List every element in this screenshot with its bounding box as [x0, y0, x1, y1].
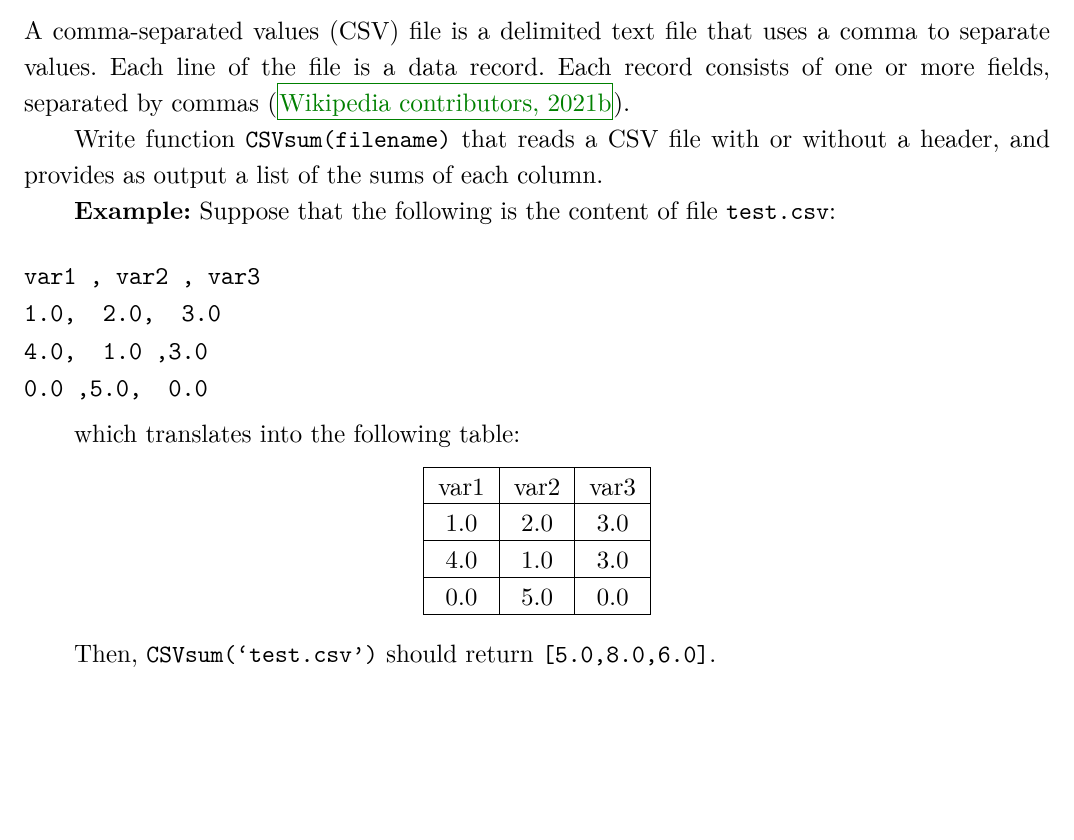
table-cell: 3.0 — [575, 504, 651, 541]
table-header-row: var1 var2 var3 — [424, 467, 651, 504]
example-paragraph: Example: Suppose that the following is t… — [24, 192, 1050, 228]
result-text-1: Then, — [74, 635, 146, 670]
csv-content-block: var1 , var2 , var3 1.0, 2.0, 3.0 4.0, 1.… — [24, 257, 1050, 407]
csv-table: var1 var2 var3 1.0 2.0 3.0 4.0 1.0 3.0 0… — [423, 467, 651, 615]
table-header-cell: var3 — [575, 467, 651, 504]
table-cell: 4.0 — [424, 541, 500, 578]
table-cell: 2.0 — [499, 504, 575, 541]
example-text-1: Suppose that the following is the conten… — [191, 192, 726, 227]
call-code: CSVsum(‘test.csv’) — [146, 637, 378, 670]
table-row: 1.0 2.0 3.0 — [424, 504, 651, 541]
table-cell: 0.0 — [575, 577, 651, 614]
citation-link[interactable]: Wikipedia contributors, 2021b — [277, 83, 613, 120]
example-text-2: : — [829, 192, 836, 227]
table-cell: 0.0 — [424, 577, 500, 614]
result-text-3: . — [709, 635, 716, 670]
function-signature-code: CSVsum(filename) — [245, 122, 451, 155]
table-caption: which translates into the following tabl… — [24, 415, 1050, 451]
table-header-cell: var2 — [499, 467, 575, 504]
task-paragraph: Write function CSVsum(filename) that rea… — [24, 120, 1050, 192]
task-text-1: Write function — [74, 120, 245, 155]
table-cell: 5.0 — [499, 577, 575, 614]
table-row: 4.0 1.0 3.0 — [424, 541, 651, 578]
filename-code: test.csv — [726, 194, 829, 227]
example-label: Example: — [74, 192, 191, 227]
table-cell: 1.0 — [499, 541, 575, 578]
result-paragraph: Then, CSVsum(‘test.csv’) should return [… — [24, 635, 1050, 671]
intro-paragraph: A comma-separated values (CSV) file is a… — [24, 12, 1050, 120]
result-text-2: should return — [378, 635, 542, 670]
intro-text-post-citation: ). — [613, 84, 630, 119]
table-row: 0.0 5.0 0.0 — [424, 577, 651, 614]
return-value-code: [5.0,8.0,6.0] — [542, 637, 709, 670]
table-cell: 1.0 — [424, 504, 500, 541]
table-cell: 3.0 — [575, 541, 651, 578]
table-header-cell: var1 — [424, 467, 500, 504]
